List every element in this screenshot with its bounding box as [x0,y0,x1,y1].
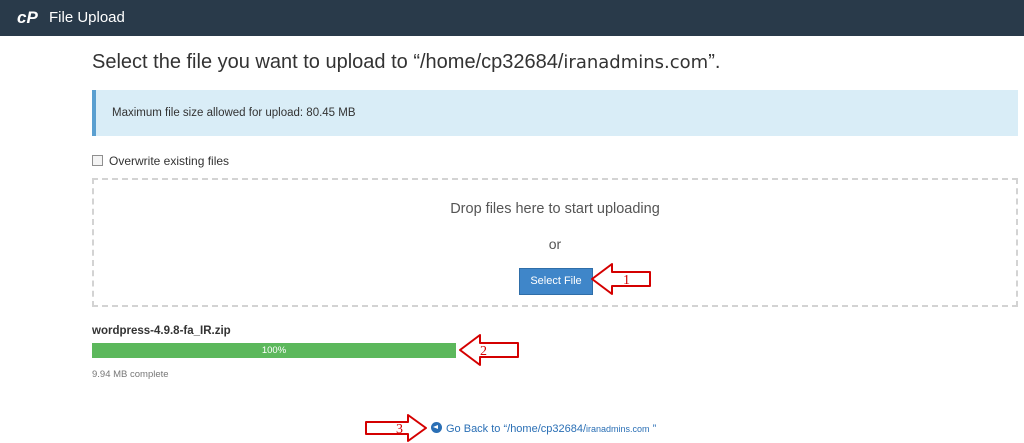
annotation-number-3: 3 [396,422,403,437]
app-title: File Upload [49,9,125,26]
heading-suffix: ”. [708,51,721,73]
upload-status: 9.94 MB complete [92,369,169,380]
annotation-arrow-3: 3 [365,414,427,442]
back-link-suffix[interactable]: ” [650,423,657,435]
page-heading: Select the file you want to upload to “/… [92,51,720,74]
max-size-text: Maximum file size allowed for upload: 80… [112,107,356,119]
top-bar: cP File Upload [0,0,1024,36]
go-back-link[interactable]: Go Back to “/home/cp32684/iranadmins.com… [431,422,656,435]
heading-path-text: Select the file you want to upload to “/… [92,51,564,73]
upload-progress-bar: 100% [92,343,456,358]
heading-domain: iranadmins.com [563,52,709,73]
drop-prompt: Drop files here to start uploading [450,201,660,217]
back-link-domain[interactable]: iranadmins.com [586,424,650,434]
annotation-arrow-2: 2 [459,334,519,366]
overwrite-label[interactable]: Overwrite existing files [109,154,229,168]
or-separator: or [548,236,562,252]
file-drop-zone[interactable]: Drop files here to start uploading or Se… [92,178,1018,307]
max-size-alert: Maximum file size allowed for upload: 80… [92,90,1018,136]
progress-label: 100% [261,345,287,356]
cpanel-logo-icon: cP [17,8,38,27]
upload-filename: wordpress-4.9.8-fa_IR.zip [92,325,231,337]
select-file-button[interactable]: Select File [519,268,593,295]
circle-arrow-left-icon [431,422,442,433]
back-link-text[interactable]: Go Back to “/home/cp32684/ [446,423,586,435]
annotation-number-1: 1 [623,273,630,288]
annotation-number-2: 2 [480,344,487,359]
svg-text:cP: cP [17,8,38,27]
overwrite-checkbox[interactable] [92,155,103,166]
annotation-arrow-1: 1 [591,263,651,295]
